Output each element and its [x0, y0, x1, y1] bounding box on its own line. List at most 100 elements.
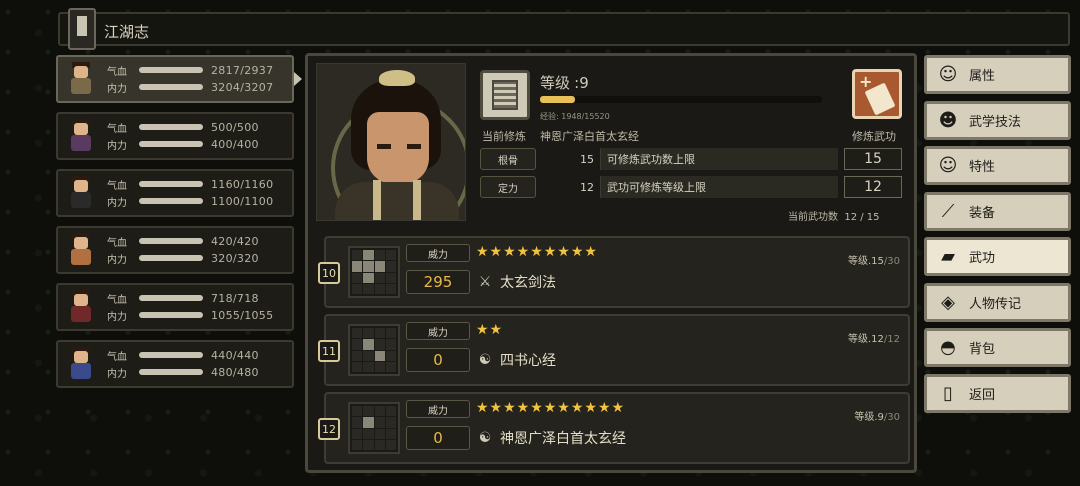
yin-yang-icon: ☯ [478, 430, 492, 446]
mp-value: 3204/3207 [211, 80, 274, 94]
skill-grid-icon [348, 246, 400, 298]
character-card-4[interactable]: 气血 420/420 内力 320/320 [56, 226, 294, 274]
power-value: 0 [406, 348, 470, 372]
hp-label: 气血 [107, 237, 127, 249]
skill-grid-icon [348, 402, 400, 454]
page-title: 江湖志 [104, 23, 150, 41]
character-card-1[interactable]: 气血 2817/2937 内力 3204/3207 [56, 55, 302, 103]
hp-value: 718/718 [211, 291, 259, 305]
mp-label: 内力 [107, 197, 127, 209]
person-icon: ☺ [938, 64, 958, 85]
mp-label: 内力 [107, 83, 127, 95]
skill-slot-count: 当前武功数 12 / 15 [788, 212, 880, 223]
character-card-3[interactable]: 气血 1160/1160 内力 1100/1100 [56, 169, 294, 217]
book-icon: ▰ [941, 246, 955, 267]
hp-bar [139, 67, 203, 73]
hp-bar [139, 238, 203, 244]
skill-row[interactable]: 10 威力 295 ★★★★★★★★★ ⚔ 太玄剑法 等级.15/30 [318, 236, 910, 308]
mp-value: 1100/1100 [211, 194, 274, 208]
attr-value: 12 [580, 180, 594, 194]
power-value: 295 [406, 270, 470, 294]
attr-row-focus: 定力 12 武功可修炼等级上限 12 [480, 176, 902, 198]
row-number: 12 [318, 418, 340, 440]
door-icon: ▯ [943, 382, 953, 404]
character-list: 气血 2817/2937 内力 3204/3207 气血 500/500 内力 400/… [56, 55, 302, 397]
sword-icon: ⚔ [478, 274, 492, 290]
hp-value: 500/500 [211, 120, 259, 134]
menu-biography-button[interactable]: ◈ 人物传记 [924, 282, 1071, 322]
level-value: 9 [579, 74, 589, 92]
martial-arts-panel: 等级 :9 经验: 1948/15520 当前修炼 神恩广泽白首太玄经 + 修炼… [305, 53, 917, 473]
character-avatar [64, 62, 98, 96]
mp-bar [139, 369, 203, 375]
star-rating: ★★★★★★★★★ [476, 244, 598, 260]
robe [71, 78, 91, 94]
power-label: 威力 [406, 244, 470, 262]
hp-label: 气血 [107, 294, 127, 306]
mp-label: 内力 [107, 368, 127, 380]
mp-value: 320/320 [211, 251, 259, 265]
hp-value: 440/440 [211, 348, 259, 362]
skill-row[interactable]: 12 威力 0 ★★★★★★★★★★★ ☯ 神恩广泽白首太玄经 等级.9/30 [318, 392, 910, 464]
skill-level: 等级.15/30 [847, 256, 900, 267]
mp-value: 1055/1055 [211, 308, 274, 322]
character-card-5[interactable]: 气血 718/718 内力 1055/1055 [56, 283, 294, 331]
attr-box: 12 [844, 176, 902, 198]
attr-desc: 可修炼武功数上限 [600, 148, 838, 170]
row-number: 10 [318, 262, 340, 284]
attr-box: 15 [844, 148, 902, 170]
hp-label: 气血 [107, 180, 127, 192]
menu-attributes-button[interactable]: ☺ 属性 [924, 55, 1071, 94]
mp-label: 内力 [107, 254, 127, 266]
hp-label: 气血 [107, 123, 127, 135]
person-icon: ☺ [938, 155, 958, 176]
skill-list: 10 威力 295 ★★★★★★★★★ ⚔ 太玄剑法 等级.15/30 11 威力… [312, 228, 914, 468]
menu-martial-techniques-button[interactable]: ☻ 武学技法 [924, 100, 1071, 140]
menu-return-button[interactable]: ▯ 返回 [924, 373, 1071, 413]
mp-bar [139, 141, 203, 147]
menu-martial-arts-button[interactable]: ▰ 武功 [924, 237, 1071, 276]
practice-skill-button[interactable]: + [852, 69, 902, 119]
practice-skill-label: 修炼武功 [852, 130, 896, 143]
mp-bar [139, 255, 203, 261]
current-skill-scroll-icon[interactable] [480, 70, 530, 120]
hp-bar [139, 181, 203, 187]
character-avatar [64, 233, 98, 267]
hp-bar [139, 352, 203, 358]
sword-icon: ⟋ [941, 200, 955, 222]
exp-bar [540, 96, 822, 103]
person-spark-icon: ☻ [938, 109, 958, 131]
hero-portrait [316, 63, 466, 221]
hp-bar [139, 124, 203, 130]
title-bar: 江湖志 [58, 8, 1070, 50]
skill-row[interactable]: 11 威力 0 ★★ ☯ 四书心经 等级.12/12 [318, 314, 910, 386]
character-avatar [64, 290, 98, 324]
attr-name: 根骨 [480, 148, 536, 170]
skill-level: 等级.9/30 [854, 412, 900, 423]
scroll-icon: ◈ [941, 291, 955, 313]
exp-text: 经验: 1948/15520 [540, 112, 610, 121]
menu-bag-button[interactable]: ◓ 背包 [924, 328, 1071, 367]
exp-bar-fill [540, 96, 576, 103]
journal-book-icon [68, 8, 96, 50]
skill-name: ☯ 神恩广泽白首太玄经 [476, 428, 626, 448]
character-card-2[interactable]: 气血 500/500 内力 400/400 [56, 112, 294, 160]
power-value: 0 [406, 426, 470, 450]
mp-label: 内力 [107, 140, 127, 152]
hp-bar [139, 295, 203, 301]
attr-name: 定力 [480, 176, 536, 198]
menu-traits-button[interactable]: ☺ 特性 [924, 146, 1071, 185]
hp-label: 气血 [107, 66, 127, 78]
character-card-6[interactable]: 气血 440/440 内力 480/480 [56, 340, 294, 388]
level-display: 等级 :9 [540, 74, 589, 92]
menu-equipment-button[interactable]: ⟋ 装备 [924, 191, 1071, 231]
mp-label: 内力 [107, 311, 127, 323]
current-practice-label: 当前修炼 [482, 130, 526, 143]
hp-value: 1160/1160 [211, 177, 274, 191]
character-avatar [64, 176, 98, 210]
skill-grid-icon [348, 324, 400, 376]
hp-label: 气血 [107, 351, 127, 363]
hp-value: 420/420 [211, 234, 259, 248]
row-number: 11 [318, 340, 340, 362]
skill-name: ☯ 四书心经 [476, 350, 556, 370]
